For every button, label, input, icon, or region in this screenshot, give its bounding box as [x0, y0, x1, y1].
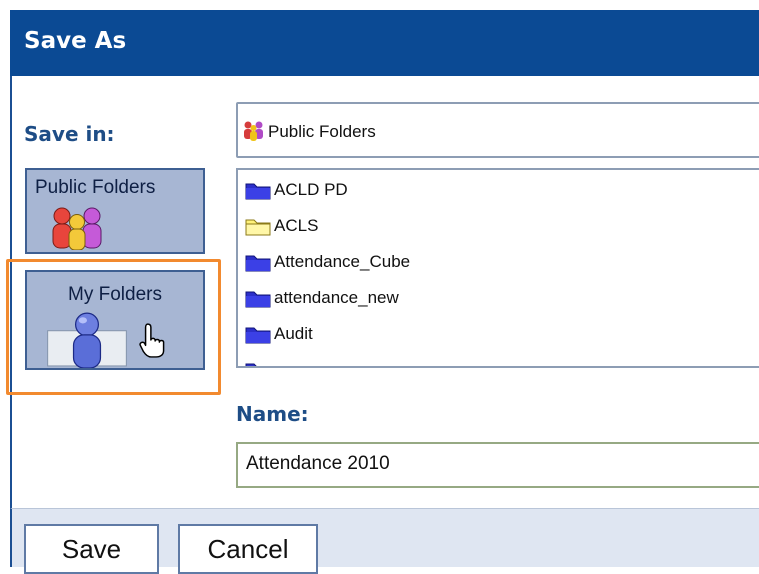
public-folders-button[interactable]: Public Folders — [25, 168, 205, 254]
folder-list-item[interactable]: Attendance_Cube — [244, 248, 410, 276]
yellow-folder-icon — [245, 219, 271, 236]
folder-list[interactable]: ACLD PD ACLS Attendance_Cube attendance_… — [236, 168, 759, 368]
folder-label: Attendance_Cube — [274, 252, 411, 271]
blue-folder-icon — [245, 291, 271, 308]
blue-folder-icon — [245, 183, 271, 200]
blue-folder-icon — [245, 363, 257, 366]
save-in-path-text: Public Folders — [268, 122, 376, 141]
folder-list-item[interactable] — [244, 356, 274, 366]
blue-folder-icon — [245, 255, 271, 272]
save-in-label: Save in: — [24, 122, 115, 146]
folder-list-item[interactable]: attendance_new — [244, 284, 399, 312]
name-input[interactable]: Attendance 2010 — [236, 442, 759, 488]
folder-label: ACLD PD — [274, 180, 348, 199]
folder-list-item[interactable]: ACLD PD — [244, 176, 348, 204]
folder-label: ACLS — [274, 216, 319, 235]
public-folders-label: Public Folders — [35, 177, 156, 198]
my-folders-highlight-outline — [6, 259, 221, 395]
folder-list-item[interactable]: Audit — [244, 320, 313, 348]
folder-list-item[interactable]: ACLS — [244, 212, 318, 240]
blue-folder-icon — [245, 327, 271, 344]
dialog-title-bar: Save As — [10, 10, 759, 76]
folder-label: Audit — [274, 324, 313, 343]
group-folder-icon — [244, 121, 263, 141]
name-label: Name: — [236, 402, 309, 426]
folder-label: attendance_new — [274, 288, 399, 307]
group-folder-icon — [52, 207, 102, 250]
dialog-title: Save As — [24, 28, 127, 54]
save-in-path-field[interactable]: Public Folders — [236, 102, 759, 158]
